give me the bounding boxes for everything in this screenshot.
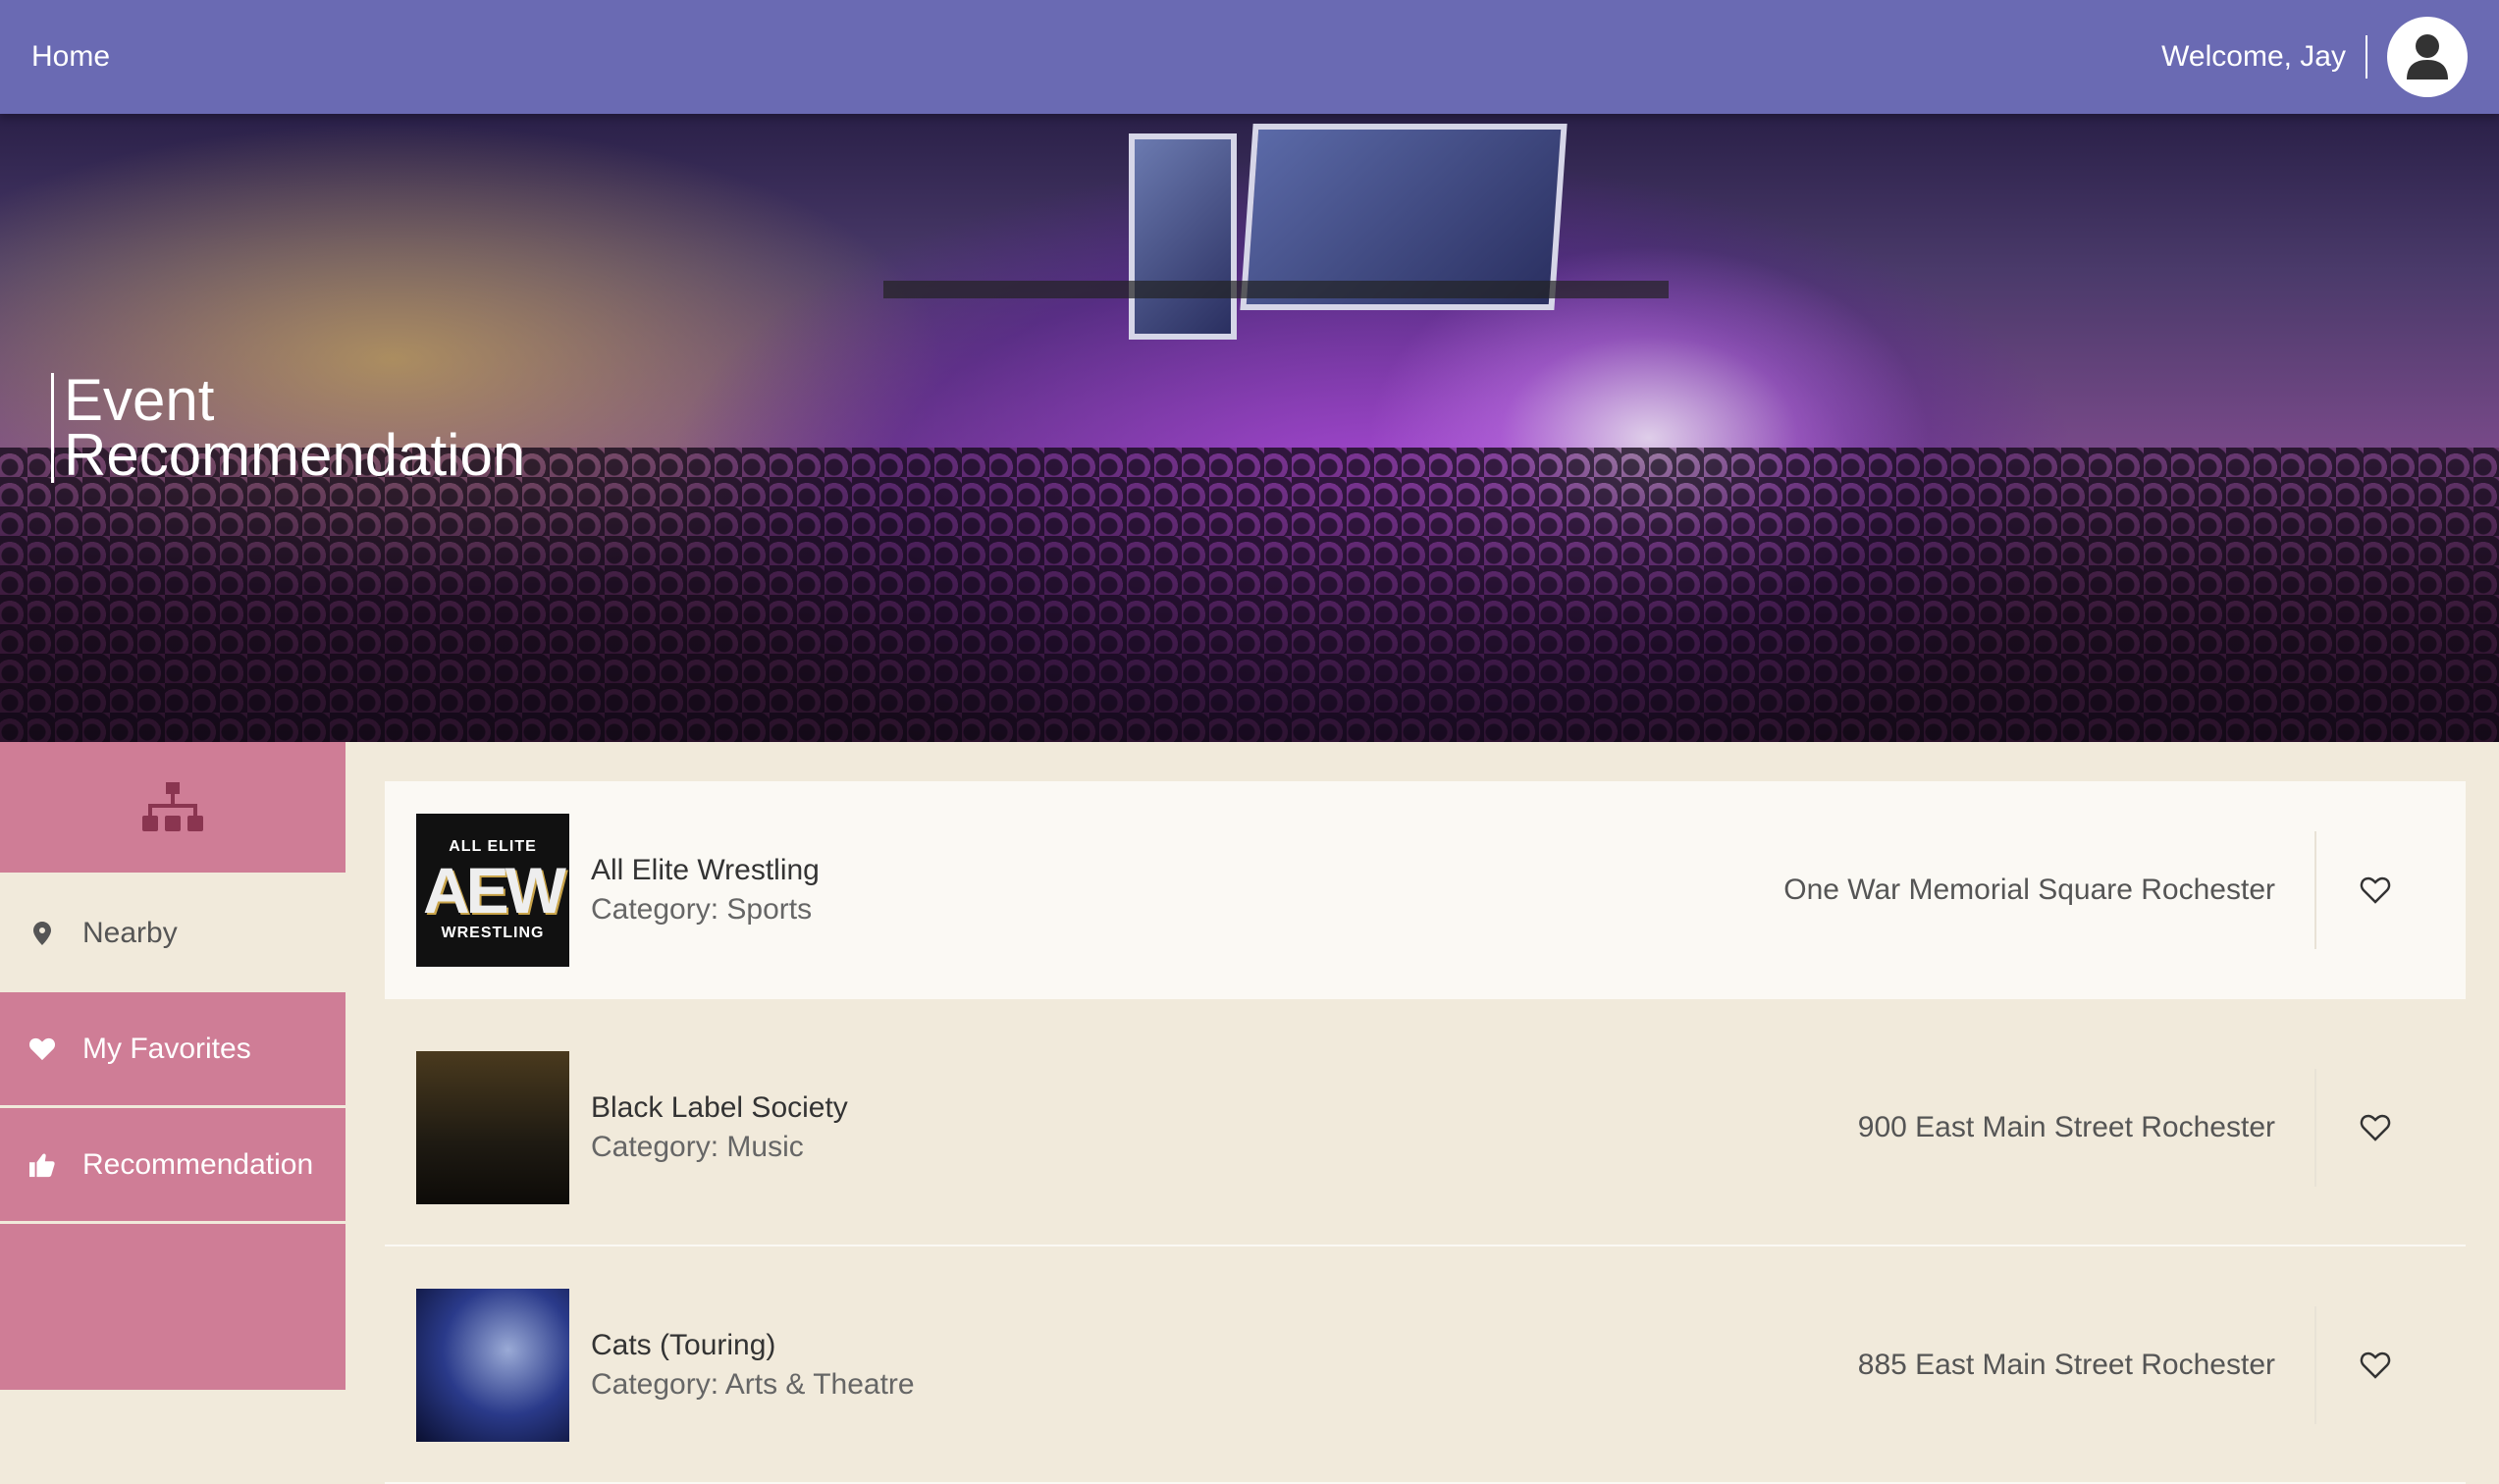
event-list: ALL ELITE AEW WRESTLING All Elite Wrestl…	[385, 781, 2466, 1484]
heart-outline-icon	[2360, 1114, 2391, 1141]
heart-outline-icon	[2360, 876, 2391, 904]
sidebar: Nearby My Favorites Recommendation	[0, 742, 346, 1390]
event-info: Cats (Touring) Category: Arts & Theatre	[591, 1326, 1858, 1404]
event-category: Category: Sports	[591, 893, 813, 926]
welcome-text: Welcome, Jay	[2161, 40, 2346, 73]
favorite-button[interactable]	[2316, 1352, 2434, 1379]
sidebar-item-recommendation[interactable]: Recommendation	[0, 1108, 346, 1224]
hero-banner: Event Recommendation	[0, 114, 2499, 742]
header-divider	[2366, 35, 2367, 79]
sidebar-header	[0, 742, 346, 876]
thumb-text-bottom: WRESTLING	[441, 925, 545, 941]
sidebar-item-label: Recommendation	[82, 1147, 314, 1181]
avatar[interactable]	[2387, 17, 2468, 97]
sidebar-item-nearby[interactable]: Nearby	[0, 876, 346, 992]
hero-title-line1: Event	[64, 367, 215, 433]
sidebar-item-label: Nearby	[82, 916, 178, 949]
event-thumbnail[interactable]	[416, 1051, 569, 1204]
thumb-text-logo: AEW	[423, 854, 566, 927]
hero-title: Event Recommendation	[51, 367, 526, 488]
top-nav-bar: Home Welcome, Jay	[0, 0, 2499, 114]
event-name[interactable]: All Elite Wrestling	[591, 851, 1783, 890]
heart-outline-icon	[2360, 1352, 2391, 1379]
sitemap-icon[interactable]	[142, 781, 203, 833]
user-icon	[2407, 34, 2448, 80]
event-address: 885 East Main Street Rochester	[1857, 1349, 2275, 1381]
event-card[interactable]: Cats (Touring) Category: Arts & Theatre …	[385, 1256, 2466, 1484]
event-address: 900 East Main Street Rochester	[1857, 1111, 2275, 1143]
home-link[interactable]: Home	[31, 40, 110, 74]
event-address: One War Memorial Square Rochester	[1783, 874, 2275, 906]
event-name[interactable]: Black Label Society	[591, 1088, 1858, 1128]
event-name[interactable]: Cats (Touring)	[591, 1326, 1858, 1365]
event-category: Category: Arts & Theatre	[591, 1368, 915, 1401]
event-info: Black Label Society Category: Music	[591, 1088, 1858, 1167]
thumbs-up-icon	[29, 1152, 55, 1178]
event-thumbnail[interactable]: ALL ELITE AEW WRESTLING	[416, 814, 569, 967]
hero-jumbotron-side	[1129, 133, 1237, 340]
user-area: Welcome, Jay	[2161, 17, 2468, 97]
hero-truss	[883, 281, 1669, 298]
event-card[interactable]: ALL ELITE AEW WRESTLING All Elite Wrestl…	[385, 781, 2466, 999]
event-category: Category: Music	[591, 1131, 804, 1163]
favorite-button[interactable]	[2316, 1114, 2434, 1141]
event-thumbnail[interactable]	[416, 1289, 569, 1442]
sidebar-item-my-favorites[interactable]: My Favorites	[0, 992, 346, 1108]
hero-crowd	[0, 448, 2499, 742]
hero-title-line2: Recommendation	[64, 422, 526, 488]
favorite-button[interactable]	[2316, 876, 2434, 904]
sidebar-item-label: My Favorites	[82, 1032, 251, 1065]
event-info: All Elite Wrestling Category: Sports	[591, 851, 1783, 929]
event-card[interactable]: Black Label Society Category: Music 900 …	[385, 1019, 2466, 1246]
heart-icon	[29, 1037, 55, 1061]
map-pin-icon	[29, 921, 55, 945]
